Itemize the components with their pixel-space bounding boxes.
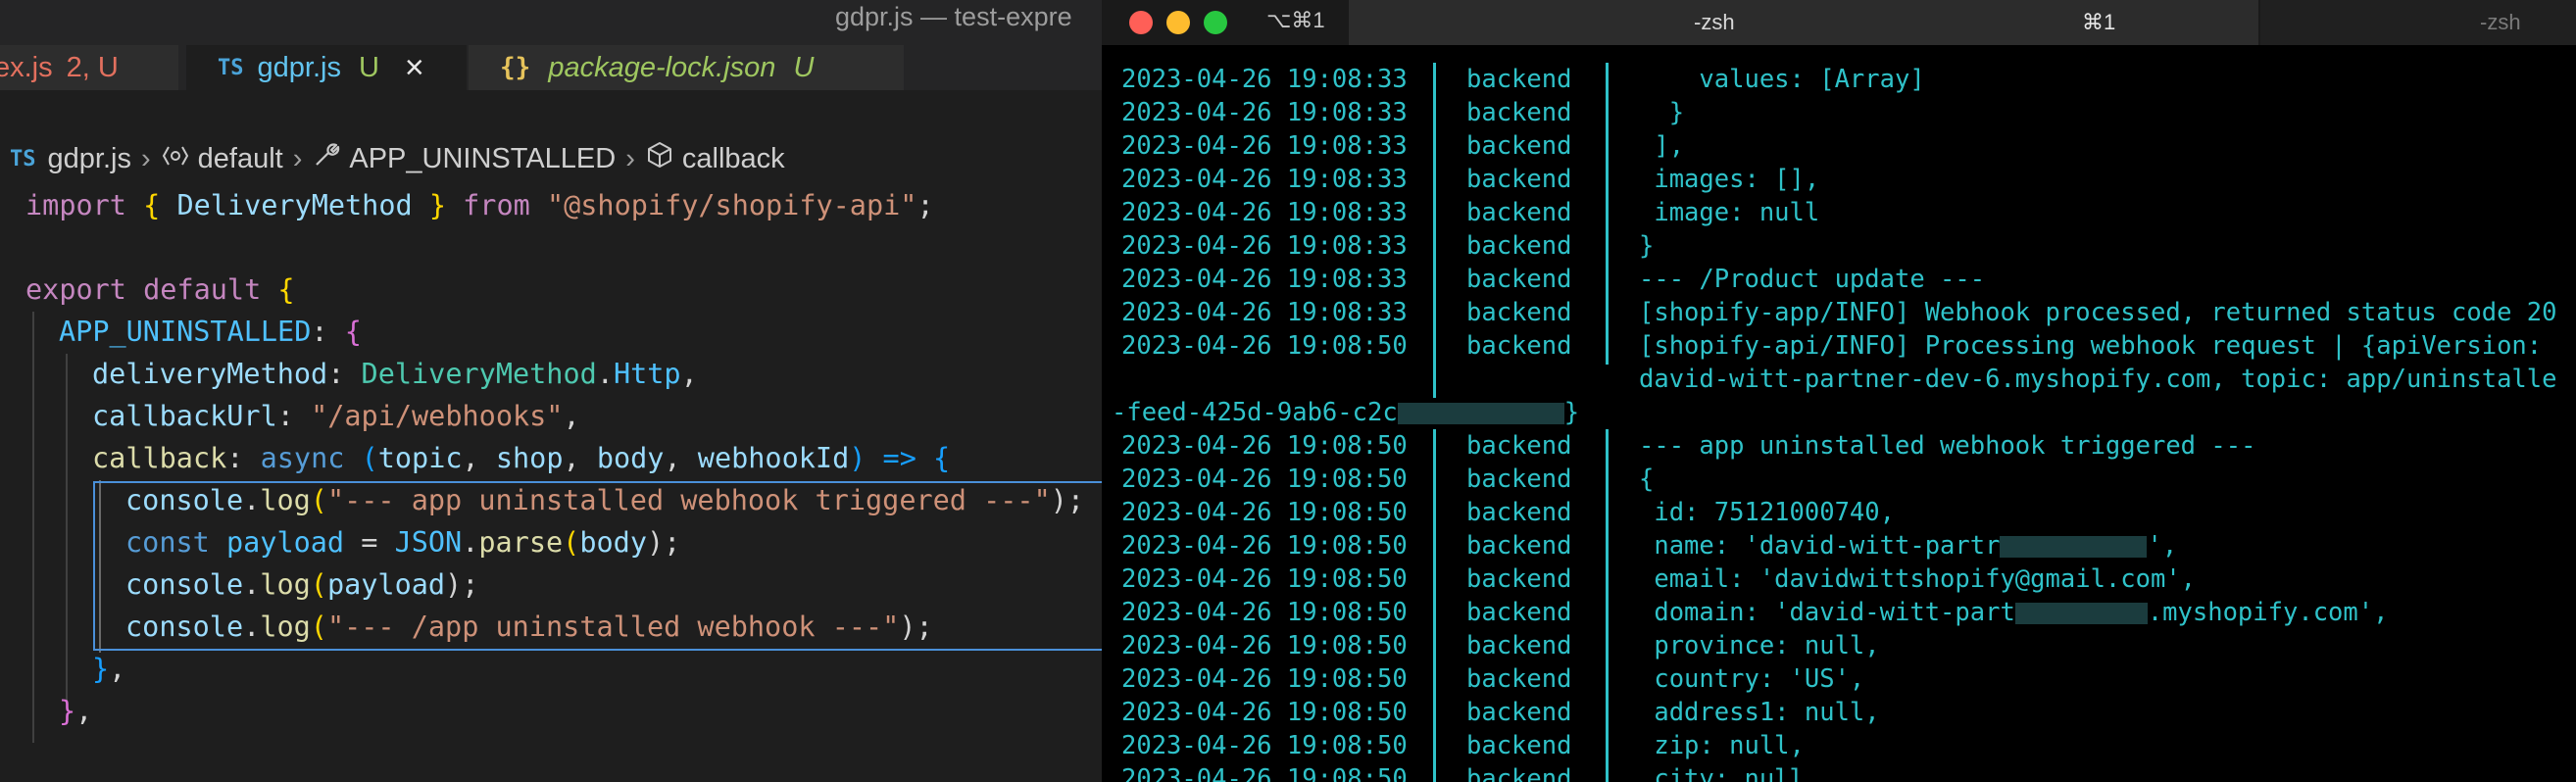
tab-package-lock-json[interactable]: {} package-lock.json U bbox=[469, 45, 904, 90]
title-bar: gdpr.js — test-expre bbox=[0, 0, 1102, 45]
code-line-9: const payload = JSON.parse(body); bbox=[125, 526, 681, 559]
terminal-tab-title: -zsh bbox=[2480, 10, 2521, 34]
column-separator bbox=[1606, 63, 1609, 365]
indent-guide bbox=[66, 354, 68, 701]
breadcrumb-callback[interactable]: callback bbox=[682, 143, 785, 175]
chevron-right-icon: › bbox=[140, 142, 151, 174]
code-line-8: console.log("--- app uninstalled webhook… bbox=[125, 484, 1085, 516]
typescript-icon: TS bbox=[218, 55, 244, 80]
code-line-4: APP_UNINSTALLED: { bbox=[59, 316, 362, 348]
redaction-block bbox=[2000, 536, 2148, 558]
indent-guide bbox=[32, 312, 34, 743]
tab-label: package-lock.json bbox=[548, 51, 776, 83]
chevron-right-icon: › bbox=[625, 142, 635, 174]
vscode-window: gdpr.js — test-expre ex.js 2, U TS gdpr.… bbox=[0, 0, 1102, 782]
tab-gdpr-js[interactable]: TS gdpr.js U × bbox=[186, 45, 467, 90]
breadcrumb-default[interactable]: default bbox=[198, 143, 283, 175]
terminal-tab-shortcut: ⌘1 bbox=[2082, 10, 2116, 34]
code-line-6: callbackUrl: "/api/webhooks", bbox=[92, 400, 580, 432]
tab-index-js[interactable]: ex.js 2, U bbox=[0, 45, 178, 90]
redaction-block bbox=[2014, 603, 2148, 624]
code-line-7: callback: async (topic, shop, body, webh… bbox=[92, 442, 951, 474]
code-line-12: }, bbox=[92, 653, 126, 685]
terminal-tab-zsh-1[interactable] bbox=[1349, 0, 2258, 45]
tab-label: gdpr.js bbox=[257, 51, 341, 83]
column-separator bbox=[1606, 429, 1609, 782]
tab-label: ex.js bbox=[0, 51, 53, 83]
terminal-tab-bar: ⌥⌘1 -zsh ⌘1 -zsh bbox=[1102, 0, 2576, 45]
code-line-13: }, bbox=[59, 695, 93, 727]
terminal-window: ⌥⌘1 -zsh ⌘1 -zsh 2023-04-26 19:08:33 back… bbox=[1102, 0, 2576, 782]
redaction-block bbox=[1397, 403, 1564, 424]
code-line-10: console.log(payload); bbox=[125, 568, 479, 601]
cube-icon bbox=[645, 140, 674, 177]
close-icon[interactable]: × bbox=[405, 51, 424, 84]
column-separator bbox=[1433, 429, 1436, 782]
window-title: gdpr.js — test-expre bbox=[835, 2, 1072, 31]
json-icon: {} bbox=[500, 53, 531, 82]
terminal-tab-title: -zsh bbox=[1694, 10, 1735, 34]
terminal-tab-zsh-2[interactable] bbox=[2260, 0, 2576, 45]
typescript-icon: TS bbox=[10, 146, 36, 171]
close-window-button[interactable] bbox=[1129, 11, 1153, 34]
column-separator bbox=[1433, 63, 1436, 398]
breadcrumb: TS gdpr.js › default › APP_UNINSTALLED ›… bbox=[10, 139, 785, 178]
breadcrumb-file[interactable]: gdpr.js bbox=[48, 143, 131, 175]
window-shortcut-label: ⌥⌘1 bbox=[1266, 8, 1325, 32]
code-line-3: export default { bbox=[25, 273, 295, 306]
wrench-icon bbox=[312, 140, 341, 177]
breadcrumb-app-uninstalled[interactable]: APP_UNINSTALLED bbox=[349, 143, 616, 175]
untracked-badge: U bbox=[793, 51, 815, 83]
problem-badge: 2, U bbox=[66, 51, 119, 83]
untracked-badge: U bbox=[358, 51, 379, 83]
code-line-1: import { DeliveryMethod } from "@shopify… bbox=[25, 189, 934, 221]
module-icon bbox=[161, 143, 190, 175]
code-line-5: deliveryMethod: DeliveryMethod.Http, bbox=[92, 358, 698, 390]
editor-tab-bar: ex.js 2, U TS gdpr.js U × {} package-loc… bbox=[0, 45, 1102, 90]
minimize-window-button[interactable] bbox=[1166, 11, 1190, 34]
code-line-11: console.log("--- /app uninstalled webhoo… bbox=[125, 611, 933, 643]
zoom-window-button[interactable] bbox=[1204, 11, 1227, 34]
chevron-right-icon: › bbox=[292, 142, 303, 174]
